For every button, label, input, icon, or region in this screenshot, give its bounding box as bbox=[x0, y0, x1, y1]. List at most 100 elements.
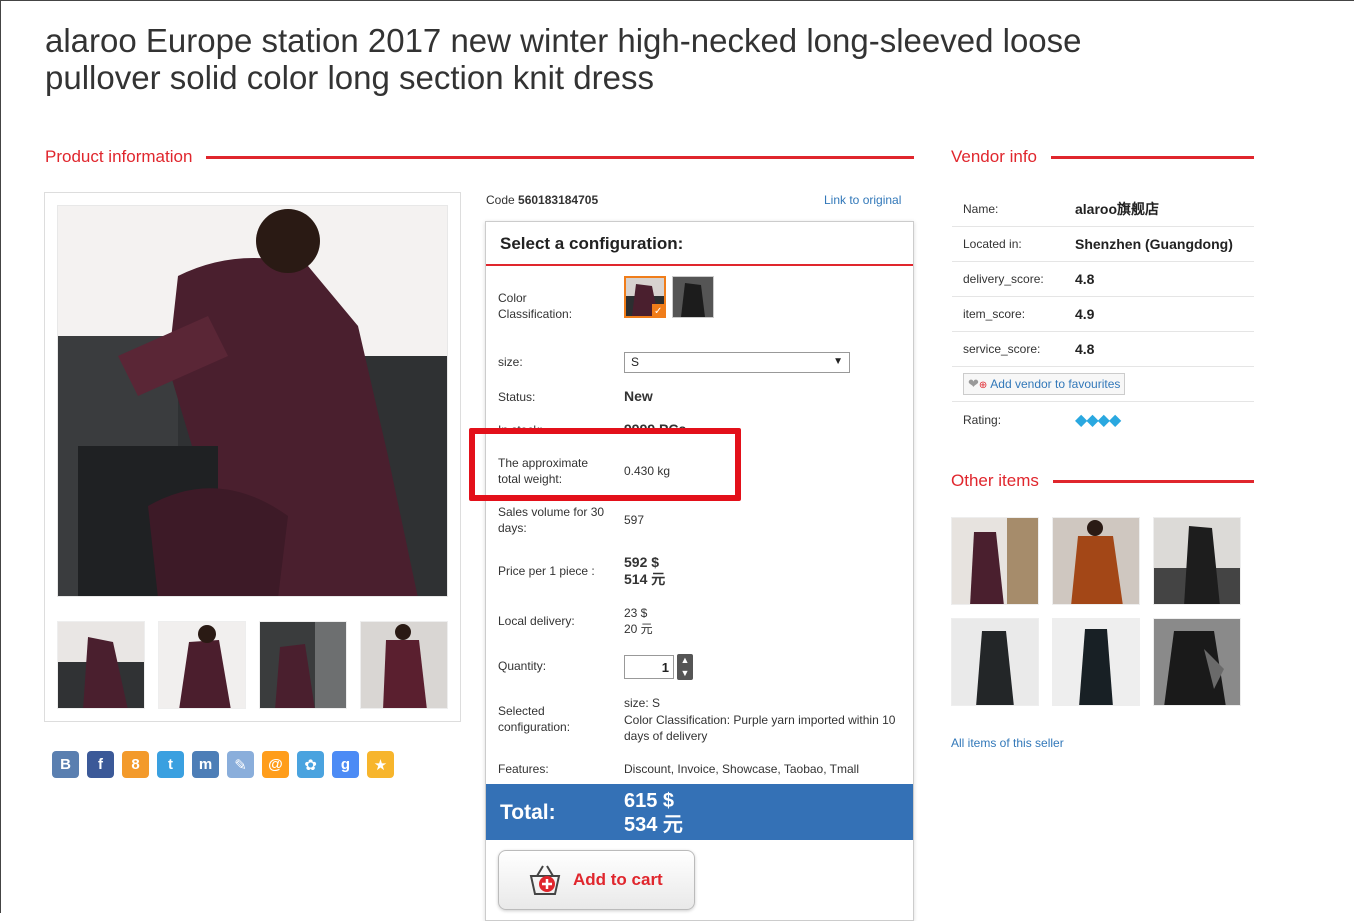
thumbnail-3[interactable] bbox=[259, 621, 347, 709]
heart-plus-icon: ❤⊕ bbox=[968, 376, 988, 391]
size-value: S bbox=[631, 355, 640, 369]
other-item-1[interactable] bbox=[951, 517, 1039, 605]
vendor-item-row: item_score: 4.9 bbox=[952, 297, 1254, 332]
stock-label: In stock: bbox=[498, 423, 543, 437]
diamond-icon: ◆ bbox=[1086, 411, 1098, 429]
odnoklassniki-icon[interactable]: 8 bbox=[122, 751, 149, 778]
status-label: Status: bbox=[498, 390, 536, 404]
other-item-3[interactable] bbox=[1153, 517, 1241, 605]
config-title: Select a configuration: bbox=[486, 222, 913, 266]
stock-value: 9999 PCs bbox=[624, 421, 687, 437]
chevron-down-icon: ▼ bbox=[833, 356, 843, 367]
weight-label: The approximate total weight: bbox=[498, 456, 589, 486]
vk-icon[interactable]: B bbox=[52, 751, 79, 778]
facebook-icon[interactable]: f bbox=[87, 751, 114, 778]
total-bar: Total: 615 $ 534 元 bbox=[486, 784, 913, 840]
main-product-image[interactable] bbox=[57, 205, 448, 597]
vendor-delivery-row: delivery_score: 4.8 bbox=[952, 262, 1254, 297]
service-score-value: 4.8 bbox=[1075, 341, 1095, 357]
selected-size: size: S bbox=[624, 696, 661, 710]
vendor-name-value: alaroo旗舰店 bbox=[1075, 201, 1160, 217]
delivery-cny: 20 元 bbox=[624, 622, 653, 636]
vendor-service-row: service_score: 4.8 bbox=[952, 332, 1254, 367]
quantity-stepper[interactable]: ▲ ▼ bbox=[677, 654, 693, 680]
thumbnail-4[interactable] bbox=[360, 621, 448, 709]
service-score-label: service_score: bbox=[963, 342, 1041, 356]
sales-value: 597 bbox=[624, 513, 645, 527]
total-label: Total: bbox=[500, 801, 556, 824]
moimir-icon[interactable]: m bbox=[192, 751, 219, 778]
google-plus-icon[interactable]: g bbox=[332, 751, 359, 778]
vendor-info-label: Vendor info bbox=[951, 147, 1038, 166]
quantity-input[interactable]: 1 bbox=[624, 655, 674, 679]
twitter-icon[interactable]: t bbox=[157, 751, 184, 778]
other-item-6[interactable] bbox=[1153, 618, 1241, 706]
vendor-location-value: Shenzhen (Guangdong) bbox=[1075, 236, 1233, 252]
other-items-label: Other items bbox=[951, 471, 1039, 490]
vendor-table: Name: alaroo旗舰店 Located in: Shenzhen (Guan… bbox=[952, 192, 1254, 437]
diamond-icon: ◆ bbox=[1097, 411, 1110, 429]
add-to-cart-button[interactable]: Add to cart bbox=[498, 850, 695, 910]
vendor-name-label: Name: bbox=[963, 202, 999, 216]
stepper-up-icon[interactable]: ▲ bbox=[677, 654, 693, 667]
delivery-score-value: 4.8 bbox=[1075, 271, 1095, 287]
other-item-4[interactable] bbox=[951, 618, 1039, 706]
price-cny: 514 元 bbox=[624, 571, 666, 587]
all-items-link[interactable]: All items of this seller bbox=[951, 736, 1064, 750]
link-to-original[interactable]: Link to original bbox=[824, 193, 901, 207]
vendor-location-label: Located in: bbox=[963, 237, 1022, 251]
vendor-fav-row: ❤⊕ Add vendor to favourites bbox=[952, 367, 1254, 402]
thumbnail-1[interactable] bbox=[57, 621, 145, 709]
delivery-label: Local delivery: bbox=[498, 614, 575, 628]
item-score-label: item_score: bbox=[963, 307, 1026, 321]
add-vendor-favourites-button[interactable]: ❤⊕ Add vendor to favourites bbox=[963, 373, 1126, 395]
add-to-cart-label: Add to cart bbox=[573, 870, 663, 889]
thumbnail-2[interactable] bbox=[158, 621, 246, 709]
rating-diamonds: ◆◆◆◆ bbox=[1075, 410, 1121, 430]
status-value: New bbox=[624, 388, 653, 404]
mail-icon[interactable]: @ bbox=[262, 751, 289, 778]
size-select[interactable]: S ▼ bbox=[624, 352, 850, 373]
stepper-down-icon[interactable]: ▼ bbox=[677, 667, 693, 680]
total-cny: 534 元 bbox=[624, 814, 683, 836]
code-value: 560183184705 bbox=[518, 193, 599, 207]
vendor-info-header: Vendor info bbox=[951, 147, 1254, 167]
color-label: Color Classification: bbox=[498, 291, 573, 321]
delivery-score-label: delivery_score: bbox=[963, 272, 1044, 286]
vendor-name-row: Name: alaroo旗舰店 bbox=[952, 192, 1254, 227]
weight-value: 0.430 kg bbox=[624, 464, 671, 478]
features-value: Discount, Invoice, Showcase, Taobao, Tma… bbox=[624, 762, 860, 776]
code-label: Code bbox=[486, 193, 515, 207]
quantity-label: Quantity: bbox=[498, 659, 547, 673]
livejournal-icon[interactable]: ✎ bbox=[227, 751, 254, 778]
other-item-2[interactable] bbox=[1052, 517, 1140, 605]
page-title: alaroo Europe station 2017 new winter hi… bbox=[45, 22, 1082, 96]
image-gallery bbox=[44, 192, 461, 722]
item-score-value: 4.9 bbox=[1075, 306, 1095, 322]
product-info-label: Product information bbox=[45, 147, 193, 166]
configuration-panel: Select a configuration: Color Classifica… bbox=[485, 221, 914, 921]
svg-text:✓: ✓ bbox=[654, 306, 662, 316]
rating-label: Rating: bbox=[963, 412, 1002, 427]
diamond-icon: ◆ bbox=[1075, 411, 1087, 429]
settings-icon[interactable]: ✿ bbox=[297, 751, 324, 778]
price-label: Price per 1 piece : bbox=[498, 564, 595, 578]
color-swatch-black[interactable] bbox=[672, 276, 714, 318]
total-usd: 615 $ bbox=[624, 790, 675, 812]
basket-icon bbox=[529, 865, 561, 895]
color-swatch-purple[interactable]: ✓ bbox=[624, 276, 666, 318]
diamond-icon: ◆ bbox=[1108, 411, 1121, 429]
product-code: Code 560183184705 bbox=[486, 193, 598, 207]
size-label: size: bbox=[498, 355, 523, 369]
add-vendor-favourites-label: Add vendor to favourites bbox=[990, 377, 1121, 391]
star-icon[interactable]: ★ bbox=[367, 751, 394, 778]
other-items-header: Other items bbox=[951, 471, 1254, 491]
sales-label: Sales volume for 30 days: bbox=[498, 505, 605, 535]
delivery-usd: 23 $ bbox=[624, 606, 648, 620]
vendor-location-row: Located in: Shenzhen (Guangdong) bbox=[952, 227, 1254, 262]
share-bar: B f 8 t m ✎ @ ✿ g ★ bbox=[52, 751, 394, 778]
other-item-5[interactable] bbox=[1052, 618, 1140, 706]
product-info-header: Product information bbox=[45, 147, 914, 167]
selected-config-label: Selected configuration: bbox=[498, 704, 571, 734]
selected-color: Color Classification: Purple yarn import… bbox=[624, 713, 896, 743]
